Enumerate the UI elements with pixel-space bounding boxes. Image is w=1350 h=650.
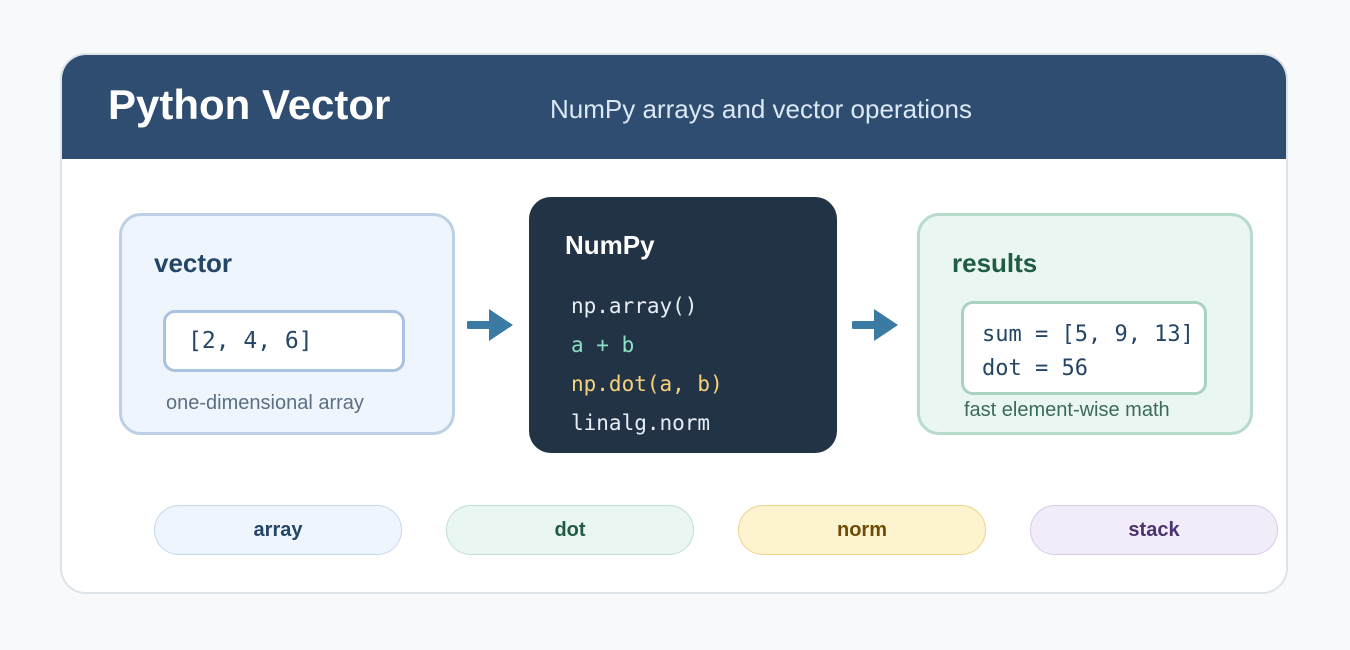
page-title: Python Vector: [108, 81, 391, 128]
tag-pill-dot: dot: [446, 505, 694, 555]
vector-box-title: vector: [154, 248, 233, 278]
numpy-operation: linalg.norm: [571, 411, 711, 435]
numpy-operation: np.dot(a, b): [571, 372, 723, 396]
diagram-card: Python Vector NumPy arrays and vector op…: [60, 53, 1288, 594]
vector-box: vector [2, 4, 6] one-dimensional array: [119, 213, 455, 435]
results-box: results sum = [5, 9, 13] dot = 56 fast e…: [917, 213, 1253, 435]
arrow-right-icon: [467, 309, 513, 341]
tag-pill-array: array: [154, 505, 402, 555]
vector-value: [2, 4, 6]: [163, 310, 405, 372]
vector-caption: one-dimensional array: [166, 392, 364, 414]
arrow-right-icon: [852, 309, 898, 341]
numpy-box: NumPy np.array() a + b np.dot(a, b) lina…: [529, 197, 837, 453]
tag-pill-stack: stack: [1030, 505, 1278, 555]
page-subtitle: NumPy arrays and vector operations: [550, 94, 972, 124]
result-line: sum = [5, 9, 13]: [982, 322, 1194, 347]
results-caption: fast element-wise math: [964, 399, 1170, 421]
header-bar: Python Vector NumPy arrays and vector op…: [62, 55, 1286, 159]
results-box-title: results: [952, 248, 1038, 278]
numpy-box-title: NumPy: [565, 230, 655, 260]
numpy-operation: np.array(): [571, 294, 698, 318]
result-line: dot = 56: [982, 356, 1088, 381]
tag-pill-norm: norm: [738, 505, 986, 555]
numpy-operations-list: np.array() a + b np.dot(a, b) linalg.nor…: [571, 287, 723, 443]
results-values: sum = [5, 9, 13] dot = 56: [961, 301, 1207, 395]
numpy-operation: a + b: [571, 333, 635, 357]
